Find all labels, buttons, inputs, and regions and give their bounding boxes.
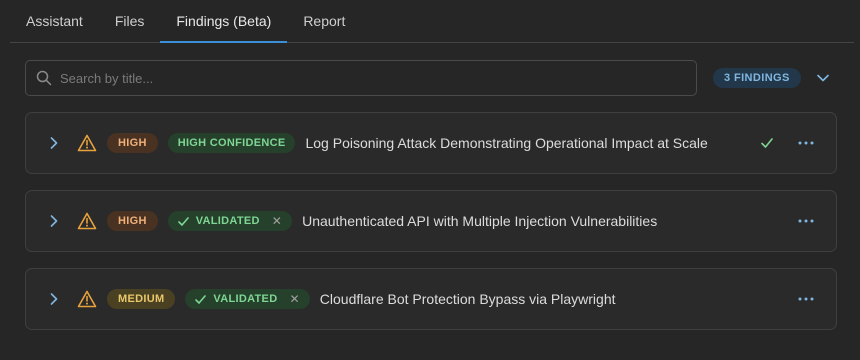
chevron-down-icon — [817, 74, 829, 82]
finding-actions — [798, 269, 814, 329]
confidence-badge: HIGH CONFIDENCE — [167, 133, 296, 153]
chevron-right-icon[interactable] — [47, 292, 61, 306]
validated-label: VALIDATED — [213, 293, 278, 305]
finding-card[interactable]: MEDIUM VALIDATED ✕ Cloudflare Bot Protec… — [25, 268, 837, 330]
search-icon — [36, 70, 52, 86]
finding-title[interactable]: Cloudflare Bot Protection Bypass via Pla… — [320, 291, 616, 307]
check-icon — [177, 216, 189, 227]
finding-card[interactable]: HIGH VALIDATED ✕ Unauthenticated API wit… — [25, 190, 837, 252]
more-options-icon[interactable] — [798, 136, 814, 150]
validated-label: VALIDATED — [195, 215, 260, 227]
chevron-right-icon[interactable] — [47, 214, 61, 228]
chevron-right-icon[interactable] — [47, 136, 61, 150]
validated-badge: VALIDATED ✕ — [167, 211, 293, 231]
warning-icon — [77, 290, 97, 308]
remove-validation-icon[interactable]: ✕ — [289, 292, 299, 306]
tab-findings[interactable]: Findings (Beta) — [160, 0, 288, 43]
tab-assistant[interactable]: Assistant — [10, 0, 99, 42]
severity-badge: MEDIUM — [107, 289, 176, 309]
check-icon — [760, 136, 774, 150]
finding-title[interactable]: Log Poisoning Attack Demonstrating Opera… — [305, 135, 707, 151]
collapse-button[interactable] — [814, 70, 832, 86]
warning-icon — [77, 212, 97, 230]
search-box — [25, 60, 697, 96]
finding-actions — [798, 191, 814, 251]
remove-validation-icon[interactable]: ✕ — [272, 214, 282, 228]
severity-badge: HIGH — [107, 211, 158, 231]
warning-icon — [77, 134, 97, 152]
search-input[interactable] — [60, 70, 696, 86]
finding-actions — [760, 113, 814, 173]
finding-title[interactable]: Unauthenticated API with Multiple Inject… — [302, 213, 657, 229]
tab-bar: Assistant Files Findings (Beta) Report — [10, 0, 854, 43]
tab-files[interactable]: Files — [99, 0, 161, 42]
check-icon — [195, 294, 207, 305]
finding-card[interactable]: HIGH HIGH CONFIDENCE Log Poisoning Attac… — [25, 112, 837, 174]
tab-report[interactable]: Report — [287, 0, 361, 42]
findings-count-badge: 3 FINDINGS — [713, 68, 801, 88]
more-options-icon[interactable] — [798, 214, 814, 228]
validated-badge: VALIDATED ✕ — [185, 289, 310, 309]
more-options-icon[interactable] — [798, 292, 814, 306]
severity-badge: HIGH — [107, 133, 158, 153]
